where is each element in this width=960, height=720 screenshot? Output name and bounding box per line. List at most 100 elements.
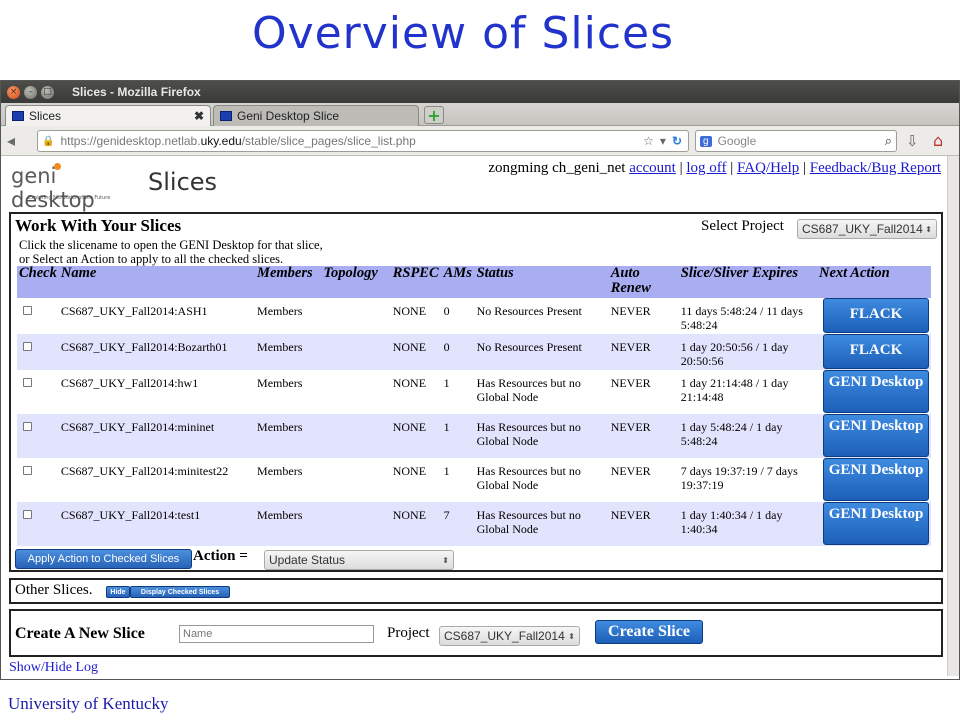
new-tab-plus-icon[interactable]: + xyxy=(424,106,444,125)
google-engine-icon[interactable]: g xyxy=(700,135,712,147)
browser-window: × – □ Slices - Mozilla Firefox Slices ✖ … xyxy=(0,80,960,680)
account-link[interactable]: account xyxy=(629,160,676,176)
tab-close-icon[interactable]: ✖ xyxy=(194,109,204,123)
next-action-button[interactable]: GENI Desktop xyxy=(823,370,929,413)
ams-cell: 0 xyxy=(441,334,475,370)
ams-cell: 7 xyxy=(441,502,475,546)
help-line: or Select an Action to apply to all the … xyxy=(19,252,284,266)
members-link[interactable]: Members xyxy=(255,370,322,414)
column-header: Members xyxy=(255,266,322,298)
column-header: Next Action xyxy=(817,266,931,298)
web-page: genidesktop Exploring Networks of the Fu… xyxy=(1,156,959,676)
expires-cell: 1 day 1:40:34 / 1 day 1:40:34 xyxy=(678,502,817,546)
window-titlebar: × – □ Slices - Mozilla Firefox xyxy=(1,81,959,103)
slice-name-input[interactable] xyxy=(179,625,374,643)
next-action-button[interactable]: FLACK xyxy=(823,334,929,369)
row-checkbox[interactable] xyxy=(23,378,32,387)
row-checkbox[interactable] xyxy=(23,510,32,519)
action-select-value: Update Status xyxy=(269,553,346,567)
auto-renew-cell: NEVER xyxy=(608,298,679,334)
row-checkbox[interactable] xyxy=(23,342,32,351)
select-arrows-icon: ⬍ xyxy=(925,224,932,234)
status-cell: Has Resources but no Global Node xyxy=(474,414,609,458)
back-arrow-icon[interactable]: ◂ xyxy=(7,131,25,150)
window-maximize-icon[interactable]: □ xyxy=(41,85,54,99)
tab-label: Geni Desktop Slice xyxy=(237,109,340,123)
row-checkbox[interactable] xyxy=(23,466,32,475)
window-close-icon[interactable]: × xyxy=(7,85,20,99)
status-cell: Has Resources but no Global Node xyxy=(474,370,609,414)
slice-name-link[interactable]: CS687_UKY_Fall2014:hw1 xyxy=(58,370,256,414)
slice-name-link[interactable]: CS687_UKY_Fall2014:test1 xyxy=(58,502,256,546)
check-cell xyxy=(17,298,59,334)
create-slice-button[interactable]: Create Slice xyxy=(595,620,703,644)
work-with-slices-panel: Work With Your Slices Click the slicenam… xyxy=(9,212,943,572)
download-arrow-icon[interactable]: ⇩ xyxy=(906,132,919,150)
bookmark-star-icon[interactable]: ☆ xyxy=(643,134,654,148)
navigation-bar: ◂ 🔒 https://genidesktop.netlab. uky.edu/s… xyxy=(1,126,959,156)
display-checked-button[interactable]: Display Checked Slices xyxy=(130,586,230,598)
expires-cell: 7 days 19:37:19 / 7 days 19:37:19 xyxy=(678,458,817,502)
column-header: RSPEC xyxy=(390,266,442,298)
tab-geni-desktop-slice[interactable]: Geni Desktop Slice xyxy=(213,105,419,126)
search-bar[interactable]: g Google ⌕ xyxy=(695,130,897,152)
tab-favicon-icon xyxy=(12,111,24,121)
create-project-select[interactable]: CS687_UKY_Fall2014 ⬍ xyxy=(439,626,580,646)
slide-footer: University of Kentucky xyxy=(8,694,169,713)
expires-cell: 1 day 21:14:48 / 1 day 21:14:48 xyxy=(678,370,817,414)
next-action-cell: GENI Desktop xyxy=(817,370,931,414)
hide-button[interactable]: Hide xyxy=(106,586,130,598)
next-action-button[interactable]: GENI Desktop xyxy=(823,414,929,457)
row-checkbox[interactable] xyxy=(23,422,32,431)
topology-cell xyxy=(321,414,391,458)
other-slices-label: Other Slices. xyxy=(15,582,93,598)
column-header: Slice/Sliver Expires xyxy=(678,266,817,298)
members-link[interactable]: Members xyxy=(255,458,322,502)
next-action-cell: GENI Desktop xyxy=(817,458,931,502)
create-slice-panel: Create A New Slice Project CS687_UKY_Fal… xyxy=(9,609,943,657)
next-action-button[interactable]: GENI Desktop xyxy=(823,458,929,501)
slice-name-link[interactable]: CS687_UKY_Fall2014:minitest22 xyxy=(58,458,256,502)
next-action-cell: GENI Desktop xyxy=(817,414,931,458)
next-action-button[interactable]: GENI Desktop xyxy=(823,502,929,545)
window-minimize-icon[interactable]: – xyxy=(24,85,37,99)
vertical-scrollbar[interactable] xyxy=(947,156,959,676)
search-placeholder: Google xyxy=(717,134,757,148)
logo-geni-text: geni xyxy=(11,164,57,188)
column-header: Auto Renew xyxy=(608,266,679,298)
row-checkbox[interactable] xyxy=(23,306,32,315)
apply-action-button[interactable]: Apply Action to Checked Slices xyxy=(15,549,192,569)
url-bar[interactable]: 🔒 https://genidesktop.netlab. uky.edu/sta… xyxy=(37,130,689,152)
show-hide-log-link[interactable]: Show/Hide Log xyxy=(9,660,98,676)
tab-slices[interactable]: Slices ✖ xyxy=(5,105,211,126)
table-row: CS687_UKY_Fall2014:test1 Members NONE 7 Has … xyxy=(17,502,931,546)
slice-name-link[interactable]: CS687_UKY_Fall2014:ASH1 xyxy=(58,298,256,334)
slice-name-link[interactable]: CS687_UKY_Fall2014:mininet xyxy=(58,414,256,458)
create-slice-label: Create A New Slice xyxy=(15,625,145,642)
action-select[interactable]: Update Status ⬍ xyxy=(264,550,454,570)
home-icon[interactable]: ⌂ xyxy=(933,131,943,150)
select-arrows-icon: ⬍ xyxy=(568,631,575,641)
dropdown-chevron-icon[interactable]: ▾ xyxy=(660,134,666,148)
status-cell: Has Resources but no Global Node xyxy=(474,502,609,546)
members-link[interactable]: Members xyxy=(255,298,322,334)
reload-icon[interactable]: ↻ xyxy=(672,134,682,148)
table-row: CS687_UKY_Fall2014:minitest22 Members NONE… xyxy=(17,458,931,502)
column-header: Name xyxy=(58,266,256,298)
next-action-cell: FLACK xyxy=(817,298,931,334)
faq-help-link[interactable]: FAQ/Help xyxy=(737,160,799,176)
project-select[interactable]: CS687_UKY_Fall2014 ⬍ xyxy=(797,219,937,239)
rspec-cell: NONE xyxy=(390,370,442,414)
next-action-button[interactable]: FLACK xyxy=(823,298,929,333)
column-header: AMs xyxy=(441,266,475,298)
members-link[interactable]: Members xyxy=(255,334,322,370)
members-link[interactable]: Members xyxy=(255,414,322,458)
action-label: Action = xyxy=(193,548,248,564)
table-row: CS687_UKY_Fall2014:ASH1 Members NONE 0 No Re… xyxy=(17,298,931,334)
slide-title: Overview of Slices xyxy=(251,8,675,59)
search-icon[interactable]: ⌕ xyxy=(885,133,892,149)
members-link[interactable]: Members xyxy=(255,502,322,546)
slice-name-link[interactable]: CS687_UKY_Fall2014:Bozarth01 xyxy=(58,334,256,370)
feedback-link[interactable]: Feedback/Bug Report xyxy=(810,160,941,176)
log-off-link[interactable]: log off xyxy=(686,160,726,176)
